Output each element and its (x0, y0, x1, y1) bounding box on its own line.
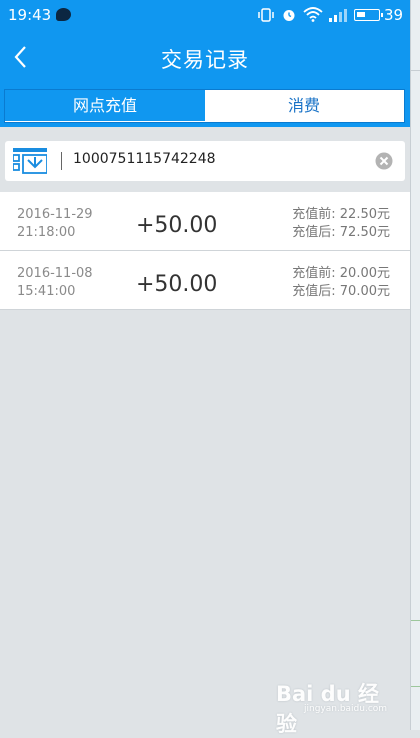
record-datetime: 2016-11-08 15:41:00 (17, 265, 93, 301)
title-bar: 交易记录 (0, 30, 410, 85)
vibrate-icon (258, 8, 274, 22)
balance-after: 充值后: 70.00元 (292, 284, 390, 299)
balance-before: 充值前: 22.50元 (292, 207, 390, 222)
status-time: 19:43 (8, 6, 52, 24)
card-select-icon[interactable] (13, 148, 47, 174)
background-window-strip (410, 0, 420, 730)
battery-level: 39 (384, 6, 404, 24)
signal-icon (329, 9, 347, 22)
strip-line (411, 620, 420, 621)
record-time: 15:41:00 (17, 284, 76, 299)
balance-after: 充值后: 72.50元 (292, 225, 390, 240)
balance-before: 充值前: 20.00元 (292, 266, 390, 281)
card-number-input[interactable]: 1000751115742248 (73, 151, 353, 167)
search-divider (61, 152, 62, 170)
strip-line (411, 70, 420, 81)
record-time: 21:18:00 (17, 225, 76, 240)
record-amount: +50.00 (136, 272, 218, 297)
record-list: 2016-11-29 21:18:00 +50.00 充值前: 22.50元 充… (0, 192, 410, 310)
record-amount: +50.00 (136, 213, 218, 238)
record-balance: 充值前: 20.00元 充值后: 70.00元 (292, 265, 390, 301)
status-bar: 19:43 39 (0, 0, 410, 30)
battery-icon (354, 9, 383, 21)
wifi-icon (303, 7, 323, 22)
watermark-subtext: jingyan.baidu.com (304, 704, 388, 714)
tab-branch-recharge[interactable]: 网点充值 (5, 90, 205, 121)
chat-notification-icon (56, 8, 71, 21)
record-balance: 充值前: 22.50元 充值后: 72.50元 (292, 206, 390, 242)
clear-icon[interactable] (375, 152, 393, 170)
list-item[interactable]: 2016-11-29 21:18:00 +50.00 充值前: 22.50元 充… (0, 192, 410, 251)
transaction-records-screen: 19:43 39 交易记录 网点充值 消费 1000751115742248 2… (0, 0, 410, 736)
card-search-bar: 1000751115742248 (5, 141, 405, 181)
record-date: 2016-11-29 (17, 207, 93, 222)
tab-segment: 网点充值 消费 (4, 89, 405, 123)
record-date: 2016-11-08 (17, 266, 93, 281)
page-title: 交易记录 (161, 48, 249, 72)
record-datetime: 2016-11-29 21:18:00 (17, 206, 93, 242)
list-item[interactable]: 2016-11-08 15:41:00 +50.00 充值前: 20.00元 充… (0, 251, 410, 310)
baidu-jingyan-watermark: Bai du 经验 jingyan.baidu.com (276, 676, 396, 736)
alarm-icon (283, 10, 295, 21)
tab-consumption[interactable]: 消费 (205, 90, 403, 121)
strip-line (411, 686, 420, 687)
tab-bar: 网点充值 消费 (0, 85, 410, 127)
